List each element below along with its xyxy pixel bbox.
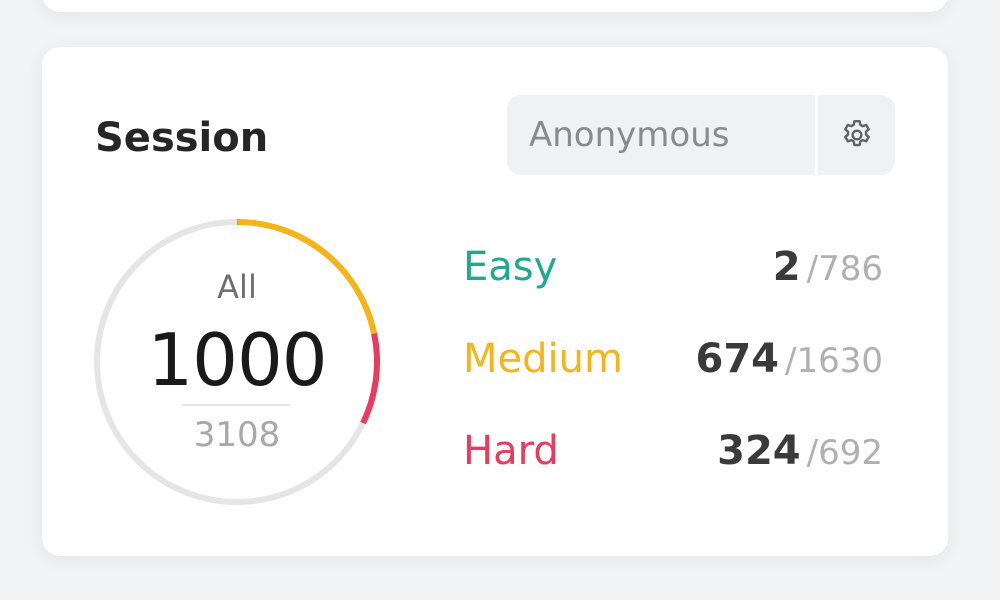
difficulty-row-hard: Hard 324/692 [463,428,883,474]
progress-solved-count: 1000 [147,318,327,402]
difficulty-solved: 2 [772,244,801,290]
session-user-dropdown[interactable]: Anonymous [507,95,815,175]
gear-icon [839,117,875,153]
difficulty-stats: Easy 2/786 Medium 674/1630 Hard 324/692 [463,244,883,520]
progress-ring: All 1000 3108 [90,215,384,509]
difficulty-total: /692 [806,433,883,473]
difficulty-solved: 674 [695,336,780,382]
progress-label: All [217,268,257,306]
difficulty-name: Easy [463,244,558,290]
difficulty-total: /786 [806,249,883,289]
difficulty-row-medium: Medium 674/1630 [463,336,883,382]
session-title: Session [95,115,269,161]
difficulty-solved: 324 [717,428,801,474]
difficulty-row-easy: Easy 2/786 [463,244,883,290]
session-card: Session Anonymous All 1000 3108 Easy 2 /… [42,47,948,556]
previous-card [42,0,948,12]
difficulty-name: Hard [463,428,559,474]
session-selector: Anonymous [507,95,895,175]
difficulty-total: /1630 [785,341,883,381]
session-settings-button[interactable] [818,95,895,175]
difficulty-name: Medium [463,336,623,382]
progress-divider [182,404,290,406]
progress-total-count: 3108 [193,415,281,455]
